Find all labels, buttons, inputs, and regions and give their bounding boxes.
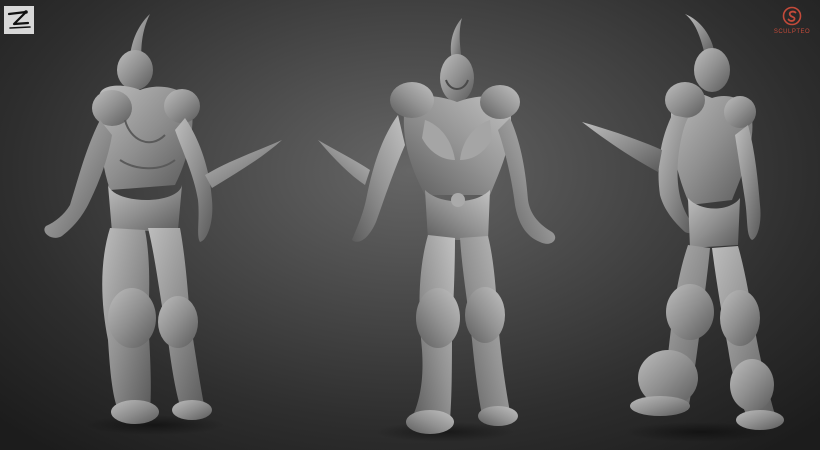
- sculpt-figure-front: [318, 18, 556, 442]
- render-canvas: SCULPTEO: [0, 0, 820, 450]
- sculpt-figure-back: [44, 14, 282, 435]
- sculpt-figure-side: [582, 14, 784, 442]
- figure-renders: [44, 14, 784, 442]
